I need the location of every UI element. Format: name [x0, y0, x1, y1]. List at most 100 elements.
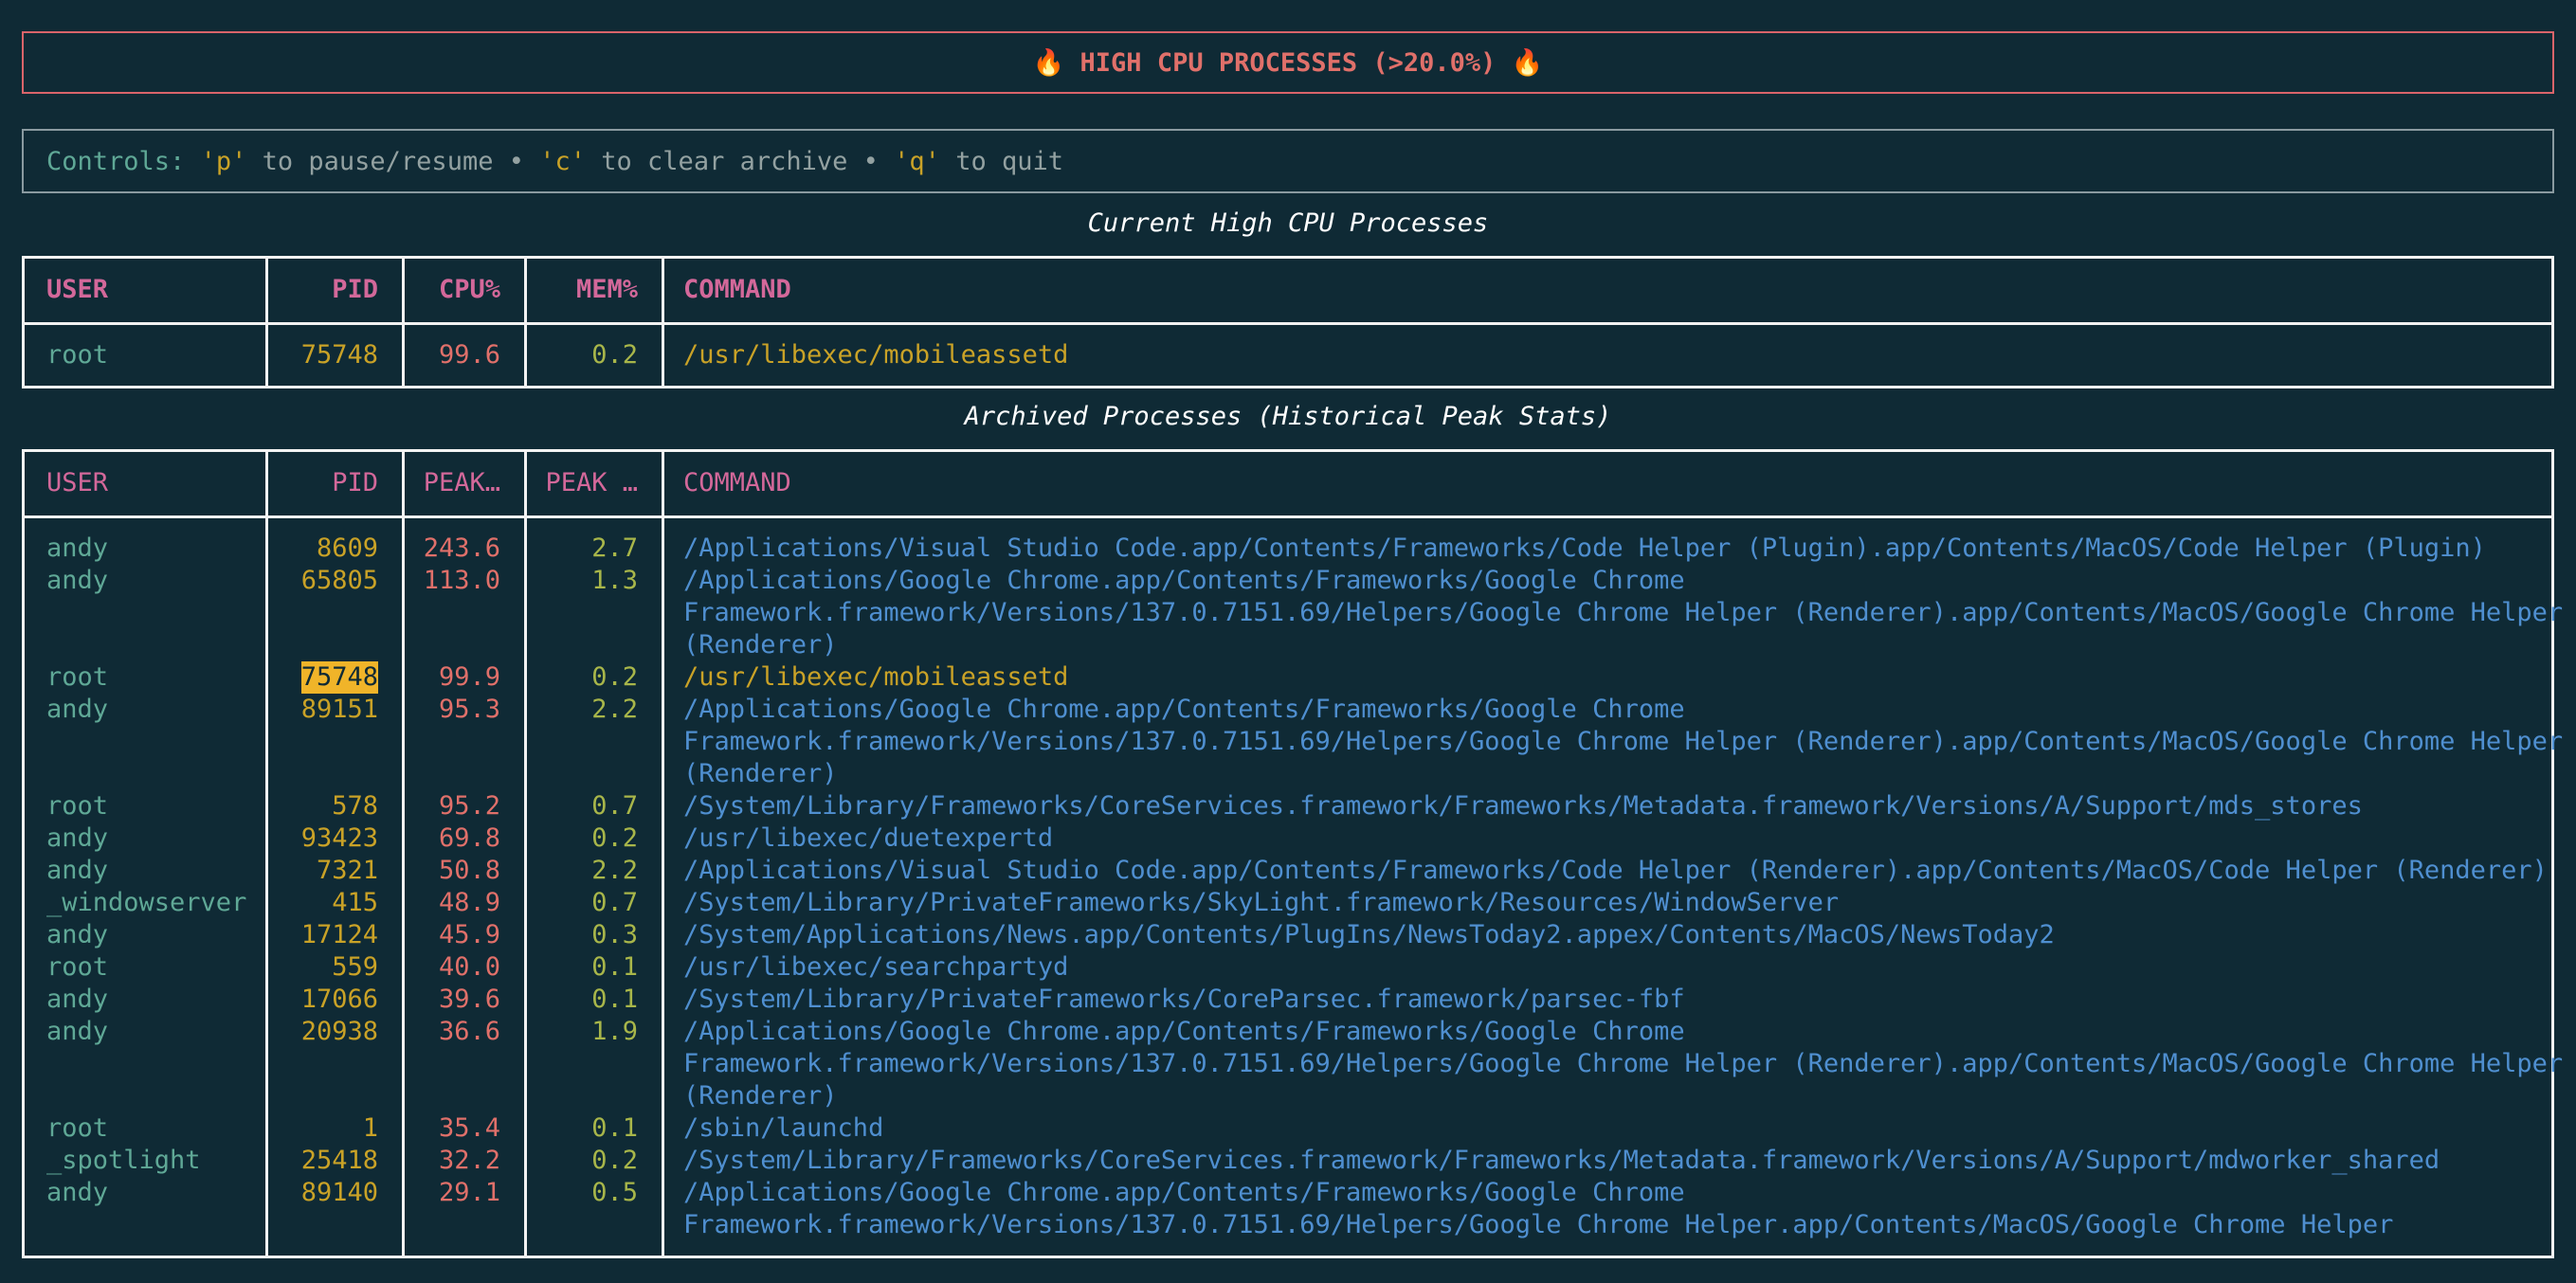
- archive-row-peak-cpu: 39.6: [438, 985, 500, 1014]
- archive-row-command: /Applications/Google Chrome.app/Contents…: [683, 566, 1685, 595]
- archive-row-user: andy: [46, 1017, 109, 1046]
- archive-row-peak-cpu: 50.8: [438, 856, 500, 885]
- archive-row-pid: 93423: [300, 823, 378, 853]
- archive-row-peak-mem: 1.9: [591, 1017, 638, 1046]
- archive-row-peak-cpu: 99.9: [438, 662, 500, 692]
- archive-row-peak-cpu: 32.2: [438, 1146, 500, 1175]
- archive-row-user: andy: [46, 985, 109, 1014]
- archive-row-user: root: [46, 952, 109, 982]
- archive-row-pid: 7321: [316, 856, 378, 885]
- archive-row-user: andy: [46, 566, 109, 595]
- archive-row-command: Framework.framework/Versions/137.0.7151.…: [683, 598, 2564, 627]
- archive-row-command: /Applications/Google Chrome.app/Contents…: [683, 1017, 1685, 1046]
- archive-row-peak-cpu: 45.9: [438, 920, 500, 949]
- archive-row-pid: 17124: [300, 920, 378, 949]
- current-process-table: USER PID CPU% MEM% COMMAND root 75748 99…: [22, 256, 2554, 389]
- archive-row-peak-mem: 0.1: [591, 1113, 638, 1143]
- archive-row-peak-mem: 2.2: [591, 856, 638, 885]
- archive-row-command: (Renderer): [683, 759, 838, 788]
- archive-section-title: Archived Processes (Historical Peak Stat…: [964, 402, 1612, 431]
- archive-row-command: /Applications/Google Chrome.app/Contents…: [683, 1178, 1685, 1207]
- archive-row-command: Framework.framework/Versions/137.0.7151.…: [683, 1049, 2564, 1078]
- current-row-mem: 0.2: [591, 340, 638, 370]
- archive-row-command: /usr/libexec/duetexpertd: [683, 823, 1054, 853]
- pause-text: to pause/resume •: [262, 146, 524, 176]
- archive-row-command: /Applications/Visual Studio Code.app/Con…: [683, 533, 2486, 563]
- archive-row-user: andy: [46, 1178, 109, 1207]
- archive-row-pid: 415: [332, 888, 378, 917]
- controls-bar: Controls: 'p' to pause/resume • 'c' to c…: [22, 129, 2554, 193]
- clear-text: to clear archive •: [601, 146, 879, 176]
- header-title: 🔥 HIGH CPU PROCESSES (>20.0%) 🔥: [1032, 48, 1544, 78]
- archive-row-peak-mem: 2.2: [591, 695, 638, 724]
- pause-key: 'p': [200, 146, 247, 176]
- archive-row-command: /Applications/Visual Studio Code.app/Con…: [683, 856, 2548, 885]
- archive-row-pid: 89140: [300, 1178, 378, 1207]
- archive-row-user: andy: [46, 856, 109, 885]
- archive-row-peak-cpu: 113.0: [423, 566, 500, 595]
- archive-row-peak-mem: 0.7: [591, 888, 638, 917]
- col-header-user[interactable]: USER: [46, 274, 108, 306]
- archive-col-header-peak-cpu[interactable]: PEAK…: [424, 467, 500, 499]
- archive-row-peak-mem: 0.2: [591, 662, 638, 692]
- archive-row-user: andy: [46, 920, 109, 949]
- archive-row-command: /usr/libexec/mobileassetd: [683, 662, 1069, 692]
- archive-row-pid: 559: [332, 952, 378, 982]
- quit-key: 'q': [894, 146, 940, 176]
- archive-process-table: USER PID PEAK… PEAK … COMMAND andy 8609 24…: [22, 449, 2563, 1258]
- archive-row-peak-cpu: 95.3: [438, 695, 500, 724]
- archive-row-peak-cpu: 35.4: [438, 1113, 500, 1143]
- col-header-pid[interactable]: PID: [332, 274, 378, 306]
- archive-row-command: /System/Library/Frameworks/CoreServices.…: [683, 791, 2363, 821]
- archive-row-pid: 89151: [300, 695, 378, 724]
- archive-row-peak-mem: 1.3: [591, 566, 638, 595]
- archive-row-user: _spotlight: [46, 1146, 201, 1175]
- archive-row-pid: 75748: [300, 661, 378, 694]
- archive-col-header-user[interactable]: USER: [46, 467, 108, 499]
- archive-row-pid: 25418: [300, 1146, 378, 1175]
- archive-col-header-peak-mem[interactable]: PEAK …: [545, 467, 638, 499]
- archive-row-user: root: [46, 1113, 109, 1143]
- archive-row-peak-cpu: 69.8: [438, 823, 500, 853]
- archive-row-peak-mem: 0.2: [591, 1146, 638, 1175]
- archive-row-peak-mem: 0.1: [591, 985, 638, 1014]
- archive-row-peak-mem: 0.5: [591, 1178, 638, 1207]
- archive-row-peak-mem: 2.7: [591, 533, 638, 563]
- archive-col-header-pid[interactable]: PID: [332, 467, 378, 499]
- archive-row-command: /usr/libexec/searchpartyd: [683, 952, 1069, 982]
- archive-row-pid: 17066: [300, 985, 378, 1014]
- archive-row-command: /System/Library/PrivateFrameworks/SkyLig…: [683, 888, 1840, 917]
- archive-row-command: /System/Applications/News.app/Contents/P…: [683, 920, 2055, 949]
- archive-row-peak-cpu: 243.6: [423, 533, 500, 563]
- archive-row-peak-cpu: 40.0: [438, 952, 500, 982]
- archive-row-peak-cpu: 95.2: [438, 791, 500, 821]
- archive-row-peak-cpu: 29.1: [438, 1178, 500, 1207]
- archive-row-pid: 20938: [300, 1017, 378, 1046]
- archive-row-peak-mem: 0.7: [591, 791, 638, 821]
- header-title-box: 🔥 HIGH CPU PROCESSES (>20.0%) 🔥: [22, 31, 2554, 94]
- col-header-command[interactable]: COMMAND: [683, 274, 791, 306]
- archive-row-command: /System/Library/PrivateFrameworks/CorePa…: [683, 985, 1685, 1014]
- archive-row-peak-mem: 0.3: [591, 920, 638, 949]
- archive-row-pid: 8609: [316, 533, 378, 563]
- archive-row-user: andy: [46, 533, 109, 563]
- clear-key: 'c': [539, 146, 587, 176]
- archive-row-command: (Renderer): [683, 1081, 838, 1111]
- archive-row-user: andy: [46, 823, 109, 853]
- archive-row-peak-mem: 0.1: [591, 952, 638, 982]
- archive-row-command: (Renderer): [683, 630, 838, 660]
- archive-col-header-command[interactable]: COMMAND: [683, 467, 791, 499]
- current-section-title: Current High CPU Processes: [1087, 208, 1489, 238]
- col-header-mem[interactable]: MEM%: [576, 274, 638, 306]
- archive-row-user: root: [46, 791, 109, 821]
- archive-row-command: Framework.framework/Versions/137.0.7151.…: [683, 727, 2564, 756]
- col-header-cpu[interactable]: CPU%: [439, 274, 500, 306]
- archive-row-pid: 65805: [300, 566, 378, 595]
- controls-label: Controls:: [46, 146, 186, 176]
- archive-row-peak-cpu: 48.9: [438, 888, 500, 917]
- current-row-pid: 75748: [300, 340, 378, 370]
- archive-row-pid: 578: [332, 791, 378, 821]
- current-row-command: /usr/libexec/mobileassetd: [683, 340, 1069, 370]
- archive-row-command: /Applications/Google Chrome.app/Contents…: [683, 695, 1685, 724]
- archive-row-user: _windowserver: [46, 888, 247, 917]
